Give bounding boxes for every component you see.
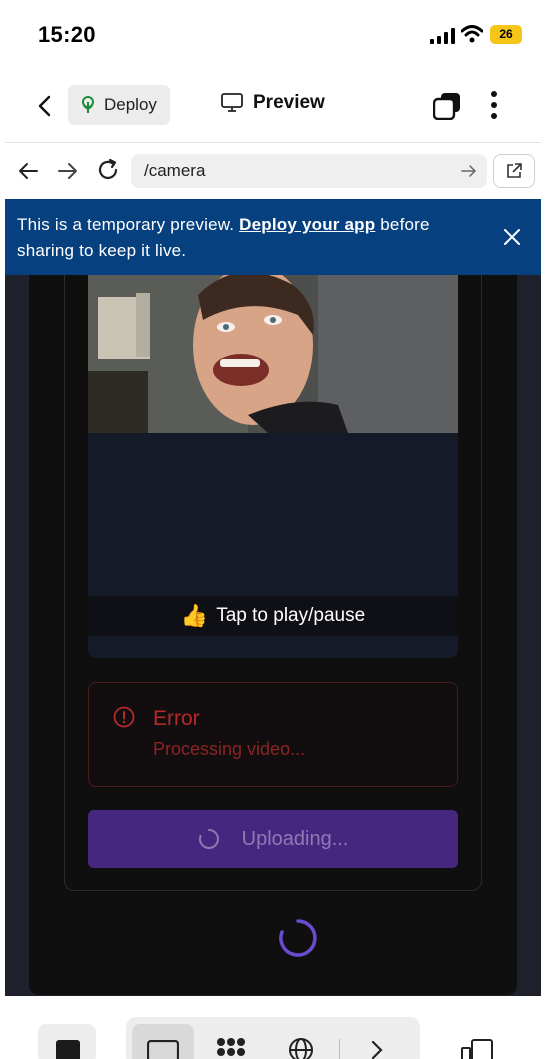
error-message: Processing video... bbox=[153, 739, 306, 759]
monitor-icon bbox=[147, 1040, 179, 1059]
url-input[interactable]: /camera bbox=[131, 154, 487, 188]
play-pause-overlay[interactable]: 👍 Tap to play/pause bbox=[88, 596, 458, 636]
loading-spinner-icon bbox=[198, 829, 219, 849]
open-external-button[interactable] bbox=[493, 154, 535, 188]
deploy-app-link[interactable]: Deploy your app bbox=[239, 215, 375, 234]
devices-icon[interactable] bbox=[460, 1038, 494, 1059]
tabs-icon[interactable] bbox=[433, 92, 461, 120]
deploy-button[interactable]: Deploy bbox=[68, 85, 170, 125]
status-bar: 15:20 26 bbox=[0, 0, 546, 70]
divider bbox=[339, 1039, 340, 1059]
arrow-left-icon[interactable] bbox=[17, 160, 39, 182]
device-frame: 👍 Tap to play/pause Error Processing vid… bbox=[29, 275, 517, 995]
banner-text: This is a temporary preview. Deploy your… bbox=[17, 212, 477, 264]
battery-icon: 26 bbox=[490, 25, 522, 44]
video-player[interactable]: 👍 Tap to play/pause bbox=[88, 275, 458, 658]
stop-icon bbox=[56, 1040, 80, 1059]
upload-button[interactable]: Uploading... bbox=[88, 810, 458, 868]
app-header: Deploy Preview bbox=[5, 70, 541, 143]
tab-preview[interactable]: Preview bbox=[221, 92, 325, 114]
back-arrow-icon[interactable] bbox=[33, 94, 57, 118]
bottom-toolbar bbox=[5, 996, 541, 1059]
signal-icon bbox=[430, 28, 455, 44]
monitor-icon bbox=[221, 93, 243, 112]
preview-label: Preview bbox=[253, 92, 325, 113]
globe-icon[interactable] bbox=[286, 1037, 316, 1059]
go-arrow-icon[interactable] bbox=[461, 163, 477, 179]
temporary-preview-banner: This is a temporary preview. Deploy your… bbox=[5, 199, 541, 275]
reload-icon[interactable] bbox=[96, 158, 120, 182]
thumbs-up-icon: 👍 bbox=[180, 603, 209, 628]
wifi-icon bbox=[461, 25, 483, 43]
alert-circle-icon bbox=[113, 706, 135, 728]
deploy-label: Deploy bbox=[104, 95, 157, 114]
tab-preview-view[interactable] bbox=[132, 1024, 194, 1059]
play-pause-label: Tap to play/pause bbox=[216, 605, 366, 626]
stop-button[interactable] bbox=[38, 1024, 96, 1059]
video-frame bbox=[88, 275, 458, 433]
external-link-icon bbox=[507, 163, 522, 178]
web-preview: 👍 Tap to play/pause Error Processing vid… bbox=[5, 275, 541, 996]
more-vertical-icon[interactable] bbox=[489, 90, 499, 120]
upload-label: Uploading... bbox=[241, 827, 349, 850]
close-icon[interactable] bbox=[503, 228, 521, 246]
url-text: /camera bbox=[144, 161, 206, 180]
url-toolbar: /camera bbox=[5, 143, 541, 199]
error-title: Error bbox=[153, 707, 200, 730]
apps-icon[interactable] bbox=[216, 1037, 246, 1059]
arrow-right-icon[interactable] bbox=[57, 160, 79, 182]
page-loading-spinner-icon bbox=[279, 919, 317, 957]
banner-text-before: This is a temporary preview. bbox=[17, 215, 240, 234]
chevron-right-icon[interactable] bbox=[362, 1037, 392, 1059]
error-alert: Error Processing video... bbox=[88, 682, 458, 787]
sprout-icon bbox=[82, 96, 94, 113]
view-switcher bbox=[126, 1017, 420, 1059]
status-time: 15:20 bbox=[38, 22, 96, 47]
